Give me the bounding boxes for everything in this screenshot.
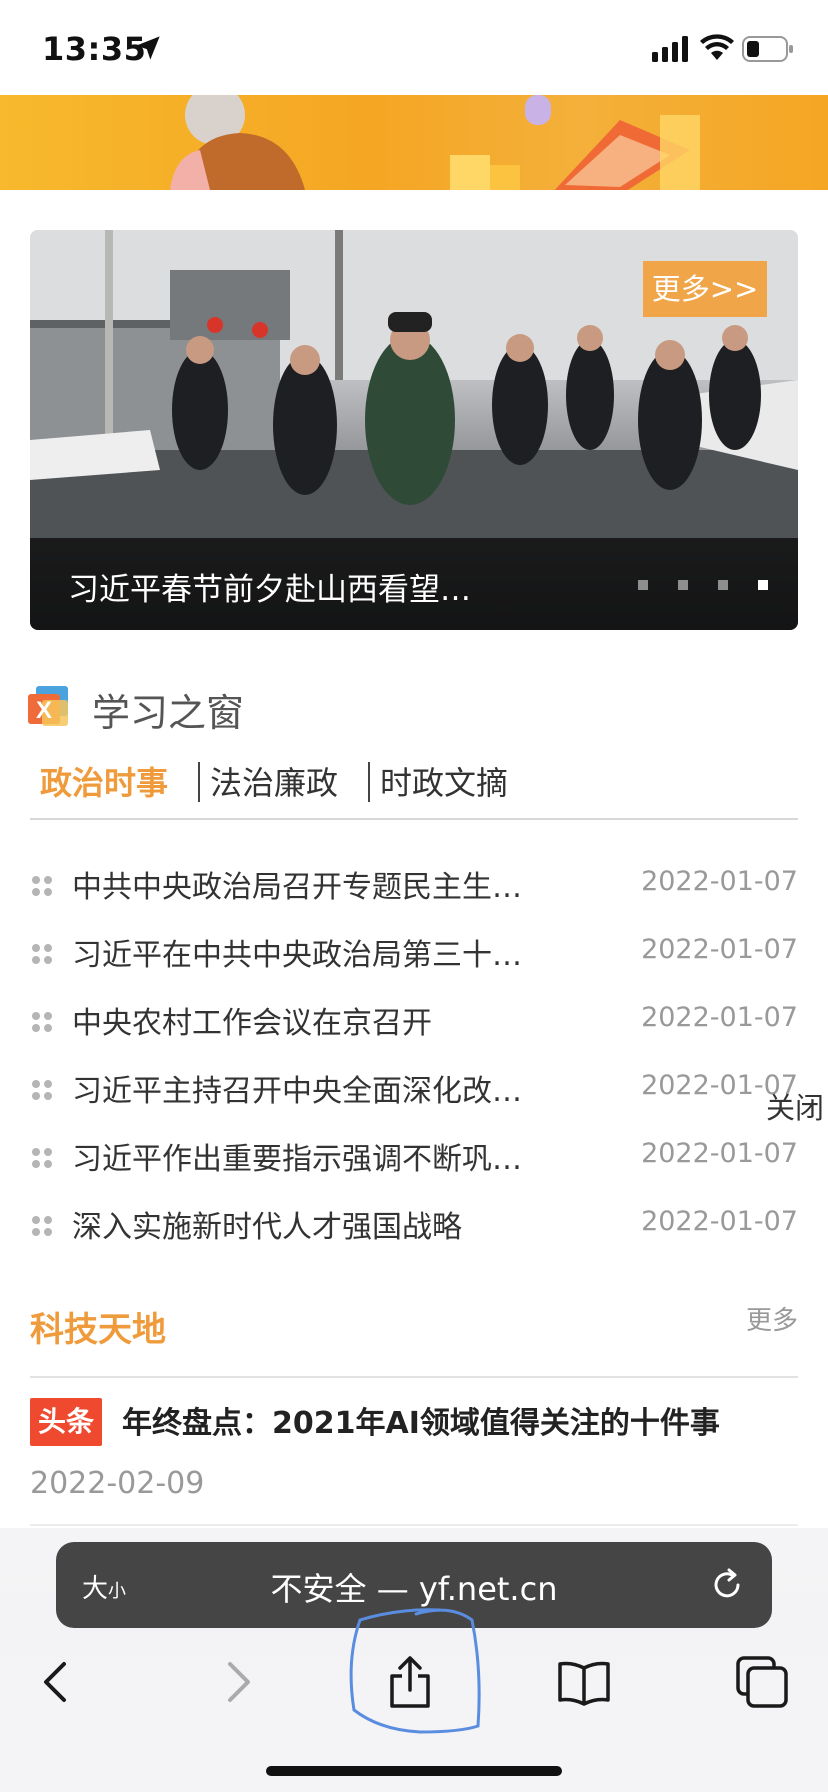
status-bar: 13:35 <box>0 0 828 95</box>
wifi-icon <box>700 34 734 60</box>
home-indicator[interactable] <box>266 1766 562 1776</box>
list-item[interactable]: 深入实施新时代人才强国战略 2022-01-07 <box>30 1200 798 1250</box>
bullet-icon <box>32 1216 52 1236</box>
tab-law[interactable]: 法治廉政 <box>210 758 338 804</box>
battery-icon <box>742 36 793 62</box>
bullet-icon <box>32 944 52 964</box>
list-item[interactable]: 习近平主持召开中央全面深化改… 2022-01-07 <box>30 1064 798 1114</box>
carousel-more-button[interactable]: 更多>> <box>643 261 767 317</box>
news-date: 2022-01-07 <box>641 1002 798 1033</box>
tech-date: 2022-02-09 <box>30 1466 205 1501</box>
carousel-dot-2[interactable] <box>678 580 688 590</box>
news-title[interactable]: 中央农村工作会议在京召开 <box>72 998 432 1042</box>
forward-icon[interactable] <box>204 1650 268 1714</box>
list-item[interactable]: 习近平作出重要指示强调不断巩… 2022-01-07 <box>30 1132 798 1182</box>
news-title[interactable]: 中共中央政治局召开专题民主生… <box>72 862 522 906</box>
divider <box>30 1376 798 1378</box>
tab-politics[interactable]: 政治时事 <box>40 758 168 804</box>
headline-badge: 头条 <box>30 1398 102 1446</box>
news-date: 2022-01-07 <box>641 934 798 965</box>
news-title[interactable]: 深入实施新时代人才强国战略 <box>72 1202 462 1246</box>
news-title[interactable]: 习近平作出重要指示强调不断巩… <box>72 1134 522 1178</box>
list-item[interactable]: 习近平在中共中央政治局第三十… 2022-01-07 <box>30 928 798 978</box>
back-icon[interactable] <box>26 1650 90 1714</box>
tab-separator <box>368 762 370 802</box>
carousel-caption[interactable]: 习近平春节前夕赴山西看望… <box>68 564 471 609</box>
study-section-title: 学习之窗 <box>92 691 245 735</box>
carousel-caption-bar: 习近平春节前夕赴山西看望… <box>30 538 798 630</box>
bullet-icon <box>32 876 52 896</box>
bookmarks-icon[interactable] <box>552 1650 616 1714</box>
close-button[interactable]: 关闭 <box>766 1085 824 1127</box>
study-tabs: 政治时事 法治廉政 时政文摘 <box>30 752 798 820</box>
news-date: 2022-01-07 <box>641 866 798 897</box>
svg-text:X: X <box>36 697 52 724</box>
tabs-icon[interactable] <box>730 1650 794 1714</box>
news-carousel[interactable]: 更多>> 习近平春节前夕赴山西看望… <box>30 230 798 630</box>
tab-digest[interactable]: 时政文摘 <box>380 758 508 804</box>
tab-separator <box>198 762 200 802</box>
carousel-dot-1[interactable] <box>638 580 648 590</box>
news-date: 2022-01-07 <box>641 1138 798 1169</box>
tech-headline[interactable]: 年终盘点：2021年AI领域值得关注的十件事 <box>122 1398 720 1442</box>
status-time: 13:35 <box>42 30 147 68</box>
promo-banner[interactable] <box>0 95 828 190</box>
divider <box>30 1524 798 1526</box>
tech-more-link[interactable]: 更多 <box>746 1300 798 1337</box>
carousel-dot-4[interactable] <box>758 580 768 590</box>
bullet-icon <box>32 1080 52 1100</box>
news-date: 2022-01-07 <box>641 1206 798 1237</box>
list-item[interactable]: 中共中央政治局召开专题民主生… 2022-01-07 <box>30 860 798 910</box>
reload-icon[interactable] <box>708 1566 746 1604</box>
carousel-dot-3[interactable] <box>718 580 728 590</box>
hand-drawn-circle-annotation <box>349 1608 481 1734</box>
location-arrow-icon <box>136 36 160 60</box>
study-window-logo-icon: X <box>28 686 68 726</box>
banner-illustration <box>170 95 700 190</box>
bullet-icon <box>32 1012 52 1032</box>
bullet-icon <box>32 1148 52 1168</box>
tech-section-title: 科技天地 <box>30 1310 166 1350</box>
news-title[interactable]: 习近平主持召开中央全面深化改… <box>72 1066 522 1110</box>
cellular-signal-icon <box>652 36 688 62</box>
list-item[interactable]: 中央农村工作会议在京召开 2022-01-07 <box>30 996 798 1046</box>
news-title[interactable]: 习近平在中共中央政治局第三十… <box>72 930 522 974</box>
